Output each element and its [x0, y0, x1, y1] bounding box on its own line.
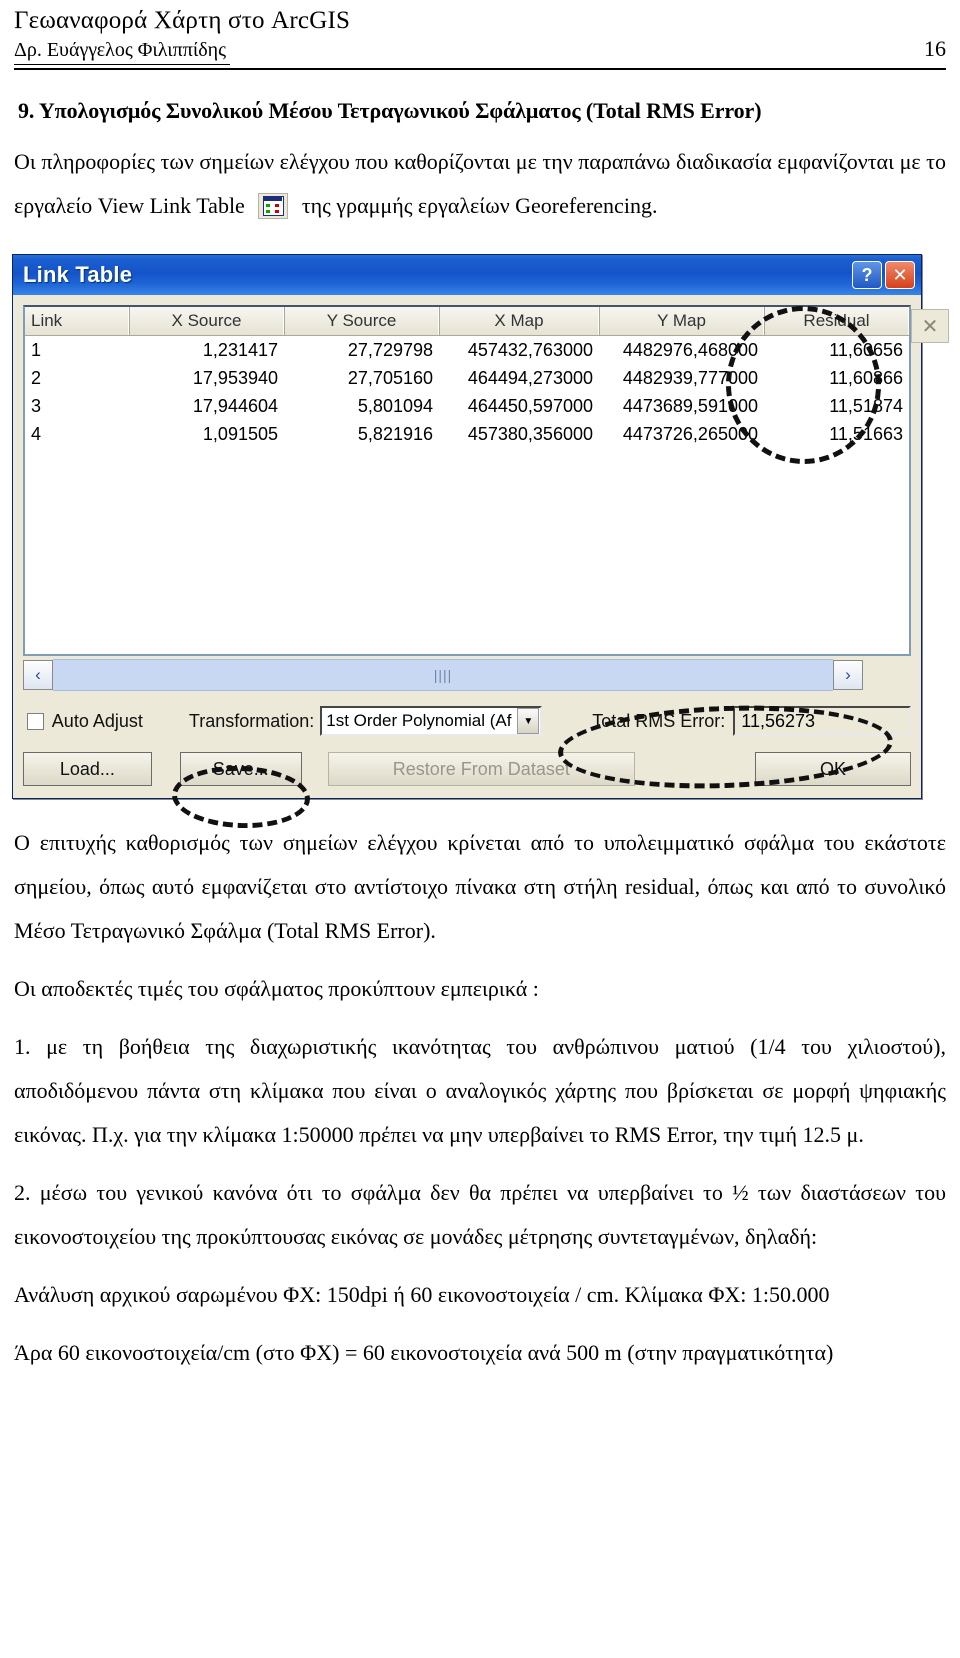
transformation-label: Transformation: [188, 710, 315, 731]
cell-x-map: 464450,597000 [467, 395, 593, 416]
link-table-dialog-figure: Link Table ? ✕ Link X Source Y Source X … [12, 254, 950, 831]
table-row[interactable]: 3 17,944604 5,801094 464450,597000 44736… [25, 392, 909, 420]
page-number: 16 [924, 36, 946, 61]
ok-button[interactable]: OK [754, 752, 911, 786]
save-button[interactable]: Save... [179, 752, 302, 786]
cell-residual: 11,60866 [829, 367, 903, 388]
horizontal-scrollbar[interactable]: ‹ |||| › [23, 658, 863, 692]
cell-x-map: 464494,273000 [467, 367, 593, 388]
column-header-link[interactable]: Link [25, 307, 129, 335]
view-link-table-icon [258, 190, 289, 234]
transformation-select[interactable]: 1st Order Polynomial (Af ▼ [320, 706, 543, 736]
section-heading: 9. Υπολογισμός Συνολικού Μέσου Τετραγωνι… [18, 98, 762, 123]
link-table-grid[interactable]: Link X Source Y Source X Map Y Map Resid… [23, 305, 911, 656]
cell-residual: 11,51663 [829, 423, 903, 444]
auto-adjust-label: Auto Adjust [51, 710, 143, 731]
link-table-dialog: Link Table ? ✕ Link X Source Y Source X … [12, 254, 949, 799]
column-header-residual[interactable]: Residual [764, 307, 909, 335]
load-button[interactable]: Load... [23, 752, 152, 786]
column-header-x-source[interactable]: X Source [129, 307, 284, 335]
cell-y-source: 5,801094 [357, 395, 433, 416]
header-author-row: Δρ. Ευάγγελος Φιλιππίδης 16 [14, 36, 946, 65]
dialog-buttons-row: Load... Save... Restore From Dataset OK [23, 752, 911, 786]
grid-header-row: Link X Source Y Source X Map Y Map Resid… [25, 307, 909, 336]
dialog-titlebar: Link Table ? ✕ [13, 255, 921, 295]
body-paragraph-6: Άρα 60 εικονοστοιχεία/cm (στο ΦΧ) = 60 ε… [14, 1340, 834, 1365]
cell-y-map: 4482939,777000 [622, 367, 758, 388]
cell-residual: 11,51874 [829, 395, 903, 416]
table-row[interactable]: 1 1,231417 27,729798 457432,763000 44829… [25, 336, 909, 364]
transformation-value: 1st Order Polynomial (Af [326, 711, 512, 730]
cell-link: 1 [31, 339, 42, 360]
body-paragraph-5: Ανάλυση αρχικού σαρωμένου ΦΧ: 150dpi ή 6… [14, 1282, 830, 1307]
scroll-left-arrow-icon[interactable]: ‹ [23, 660, 53, 690]
table-row[interactable]: 2 17,953940 27,705160 464494,273000 4482… [25, 364, 909, 392]
cell-x-source: 1,231417 [202, 339, 278, 360]
page-header: Γεωαναφορά Χάρτη στο ArcGIS Δρ. Ευάγγελο… [0, 0, 960, 65]
cell-link: 2 [31, 367, 42, 388]
chevron-down-icon[interactable]: ▼ [517, 708, 540, 734]
column-header-y-map[interactable]: Y Map [599, 307, 764, 335]
cell-y-map: 4473689,591000 [622, 395, 758, 416]
cell-x-source: 1,091505 [202, 423, 278, 444]
cell-y-map: 4473726,265000 [622, 423, 758, 444]
cell-y-source: 27,729798 [347, 339, 433, 360]
header-divider [14, 68, 946, 70]
total-rms-error-label: Total RMS Error: [592, 710, 726, 731]
cell-y-map: 4482976,468000 [622, 339, 758, 360]
document-page: Γεωαναφορά Χάρτη στο ArcGIS Δρ. Ευάγγελο… [0, 0, 960, 1658]
cell-x-source: 17,953940 [192, 367, 278, 388]
body-paragraph-4: 2. μέσω του γενικού κανόνα ότι το σφάλμα… [14, 1180, 946, 1249]
restore-from-dataset-button[interactable]: Restore From Dataset [327, 752, 635, 786]
auto-adjust-checkbox[interactable] [27, 712, 44, 730]
cell-y-source: 27,705160 [347, 367, 433, 388]
close-icon[interactable]: ✕ [885, 261, 915, 289]
cell-link: 3 [31, 395, 42, 416]
dialog-body: Link X Source Y Source X Map Y Map Resid… [13, 295, 949, 798]
document-author: Δρ. Ευάγγελος Φιλιππίδης [14, 36, 231, 65]
cell-residual: 11,60656 [829, 339, 903, 360]
scrollbar-thumb-grip[interactable]: |||| [434, 667, 453, 683]
cell-link: 4 [31, 423, 42, 444]
scrollbar-track[interactable]: |||| [53, 659, 833, 691]
document-title: Γεωαναφορά Χάρτη στο ArcGIS [14, 7, 351, 34]
scroll-right-arrow-icon[interactable]: › [833, 660, 863, 690]
cell-y-source: 5,821916 [357, 423, 433, 444]
grid-rows: 1 1,231417 27,729798 457432,763000 44829… [25, 336, 909, 654]
cell-x-source: 17,944604 [192, 395, 278, 416]
intro-text-part2: της γραμμής εργαλείων Georeferencing. [301, 193, 658, 218]
body-paragraph-1: Ο επιτυχής καθορισμός των σημείων ελέγχο… [14, 830, 946, 943]
column-header-y-source[interactable]: Y Source [284, 307, 439, 335]
column-header-x-map[interactable]: X Map [439, 307, 599, 335]
help-icon[interactable]: ? [852, 261, 882, 289]
cell-x-map: 457432,763000 [467, 339, 593, 360]
table-row[interactable]: 4 1,091505 5,821916 457380,356000 447372… [25, 420, 909, 448]
dialog-controls-row: Auto Adjust Transformation: 1st Order Po… [23, 706, 911, 736]
total-rms-error-value: 11,56273 [733, 706, 911, 736]
delete-link-icon[interactable]: ✕ [911, 309, 949, 343]
body-paragraph-3: 1. με τη βοήθεια της διαχωριστικής ικανό… [14, 1034, 946, 1147]
dialog-title: Link Table [23, 262, 133, 287]
intro-paragraph: Οι πληροφορίες των σημείων ελέγχου που κ… [14, 140, 946, 234]
cell-x-map: 457380,356000 [467, 423, 593, 444]
body-paragraph-2: Οι αποδεκτές τιμές του σφάλματος προκύπτ… [14, 976, 539, 1001]
